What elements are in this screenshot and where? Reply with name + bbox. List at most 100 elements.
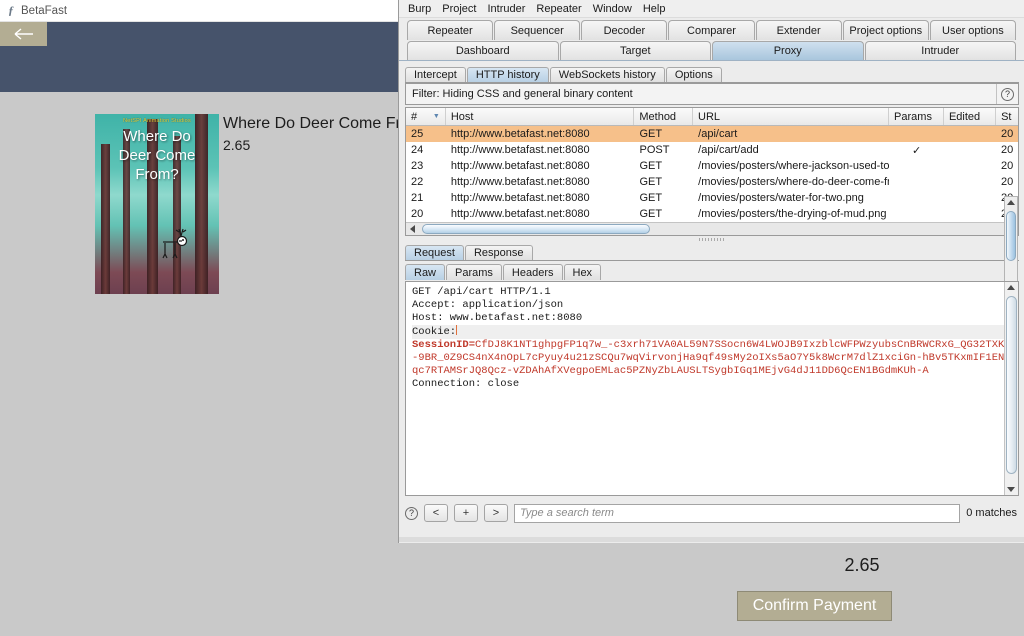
request-vertical-scrollbar[interactable] [1004,282,1018,495]
tab-project-options[interactable]: Project options [842,20,929,40]
column-header-edited[interactable]: Edited [944,108,997,125]
tab-headers[interactable]: Headers [502,264,563,280]
tab-proxy[interactable]: Proxy [712,41,864,60]
cell-url: /movies/posters/the-drying-of-mud.png [698,208,887,220]
poster-title-text: Where Do Deer Come From? [118,128,196,183]
tab-target[interactable]: Target [559,41,711,60]
menu-item-window[interactable]: Window [593,3,632,15]
cell-url: /api/cart [698,128,738,140]
search-next-button[interactable]: > [484,504,508,522]
sort-descending-icon: ▼ [432,113,440,120]
menu-item-intruder[interactable]: Intruder [488,3,526,15]
tab-raw[interactable]: Raw [405,264,446,280]
filter-description: Filter: Hiding CSS and general binary co… [412,88,633,100]
tab-http-history[interactable]: HTTP history [466,67,549,82]
tab-repeater[interactable]: Repeater [407,20,494,40]
splitter-grip-icon [699,237,725,241]
cookie-name: SessionID= [412,339,476,351]
search-prev-button[interactable]: < [424,504,448,522]
column-header-method[interactable]: Method [634,108,694,125]
scroll-up-arrow-icon[interactable] [1007,285,1015,290]
request-line-host: Host: www.betafast.net:8080 [412,312,583,324]
cart-total-amount: 2.65 [844,555,880,575]
scroll-down-arrow-icon[interactable] [1007,487,1015,492]
table-row[interactable]: 24 http://www.betafast.net:8080 POST /ap… [406,142,1018,158]
tab-hex[interactable]: Hex [563,264,602,280]
tab-intercept[interactable]: Intercept [405,67,466,82]
request-line-cookie-label: Cookie: [412,325,1012,339]
cell-number: 21 [411,192,424,204]
column-header-url[interactable]: URL [693,108,890,125]
menu-item-project[interactable]: Project [442,3,476,15]
menu-item-help[interactable]: Help [643,3,666,15]
cell-host: http://www.betafast.net:8080 [450,128,590,140]
tab-intruder[interactable]: Intruder [864,41,1016,60]
tab-extender[interactable]: Extender [755,20,842,40]
back-button[interactable] [0,22,47,46]
tab-comparer[interactable]: Comparer [668,20,755,40]
tab-websockets-history[interactable]: WebSockets history [549,67,665,82]
table-row[interactable]: 22 http://www.betafast.net:8080 GET /mov… [406,174,1018,190]
column-header-host[interactable]: Host [446,108,635,125]
column-header-status[interactable]: St [996,108,1018,125]
horizontal-scroll-thumb[interactable] [422,224,650,234]
table-row[interactable]: 25 http://www.betafast.net:8080 GET /api… [406,126,1018,142]
history-vertical-scrollbar[interactable] [1004,196,1018,294]
tab-request[interactable]: Request [405,245,464,260]
scroll-left-arrow-icon[interactable] [410,225,415,233]
tab-options[interactable]: Options [665,67,722,82]
menu-item-burp[interactable]: Burp [408,3,431,15]
tab-response[interactable]: Response [464,245,533,260]
cell-params: ✓ [912,144,922,157]
back-arrow-icon [14,28,33,40]
search-bar: ? < + > Type a search term 0 matches [405,500,1019,526]
filter-help-icon[interactable]: ? [996,84,1018,104]
main-tabs-row-2: Dashboard Target Proxy Intruder [399,41,1024,61]
request-line-method: GET /api/cart HTTP/1.1 [412,286,551,298]
confirm-payment-button[interactable]: Confirm Payment [737,591,892,621]
http-history-table: # ▼ Host Method URL Params Edited St 25 … [405,107,1019,236]
menu-item-repeater[interactable]: Repeater [536,3,581,15]
cell-method: GET [639,160,663,172]
cell-host: http://www.betafast.net:8080 [450,208,590,220]
request-raw-text[interactable]: GET /api/cart HTTP/1.1 Accept: applicati… [406,282,1018,395]
cell-number: 23 [411,160,424,172]
cell-url: /api/cart/add [698,144,759,156]
tab-dashboard[interactable]: Dashboard [407,41,559,60]
table-row[interactable]: 21 http://www.betafast.net:8080 GET /mov… [406,190,1018,206]
vertical-scroll-thumb[interactable] [1006,296,1017,474]
cell-number: 20 [411,208,424,220]
tab-params[interactable]: Params [446,264,502,280]
history-horizontal-scrollbar[interactable] [406,222,1018,235]
burp-suite-window: Burp Project Intruder Repeater Window He… [398,0,1024,543]
view-tabs: Raw Params Headers Hex [405,261,1019,280]
column-header-number[interactable]: # ▼ [406,108,446,125]
cookie-value: CfDJ8K1NT1ghpgFP1q7w_-c3xrh71VA0AL59N7SS… [412,339,1011,377]
table-header-row: # ▼ Host Method URL Params Edited St [406,108,1018,126]
cell-method: GET [639,208,663,220]
cell-method: GET [639,128,663,140]
cell-status: 20 [1001,176,1014,188]
search-input[interactable]: Type a search term [514,503,961,523]
cell-status: 20 [1001,144,1014,156]
burp-menubar: Burp Project Intruder Repeater Window He… [399,0,1024,18]
cell-method: GET [639,192,663,204]
proxy-panel: Intercept HTTP history WebSockets histor… [399,64,1024,543]
search-add-button[interactable]: + [454,504,478,522]
tab-decoder[interactable]: Decoder [581,20,668,40]
table-row[interactable]: 23 http://www.betafast.net:8080 GET /mov… [406,158,1018,174]
cell-host: http://www.betafast.net:8080 [450,144,590,156]
search-match-count: 0 matches [966,507,1017,519]
filter-bar[interactable]: Filter: Hiding CSS and general binary co… [405,83,1019,105]
tab-sequencer[interactable]: Sequencer [494,20,581,40]
column-header-params[interactable]: Params [889,108,944,125]
deer-illustration-icon [162,228,188,259]
table-row[interactable]: 20 http://www.betafast.net:8080 GET /mov… [406,206,1018,222]
scroll-up-arrow-icon[interactable] [1007,200,1015,205]
proxy-sub-tabs: Intercept HTTP history WebSockets histor… [405,64,1019,83]
search-help-icon[interactable]: ? [405,506,418,520]
cell-host: http://www.betafast.net:8080 [450,192,590,204]
vertical-scroll-thumb[interactable] [1006,211,1016,261]
request-editor[interactable]: GET /api/cart HTTP/1.1 Accept: applicati… [405,281,1019,496]
tab-user-options[interactable]: User options [929,20,1016,40]
